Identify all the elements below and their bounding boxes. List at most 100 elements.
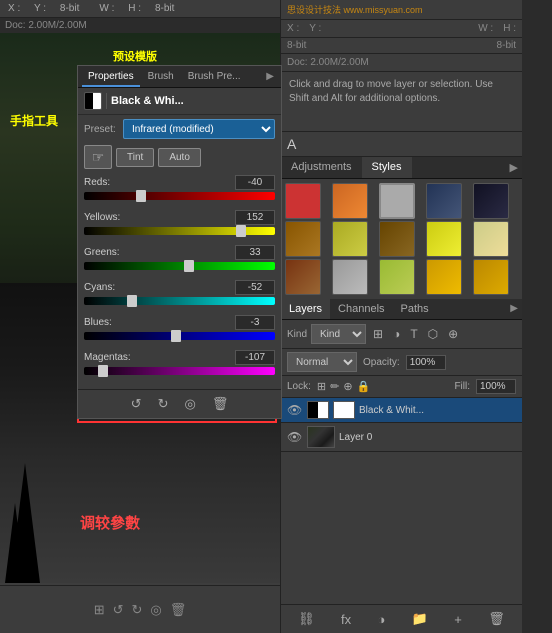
layer-link-btn[interactable]: ⛓ [294,609,319,629]
undo-btn[interactable]: ↺ [127,394,146,414]
cyans-track[interactable] [84,297,275,305]
reds-track[interactable] [84,192,275,200]
style-item-2[interactable] [332,183,368,219]
yellows-thumb[interactable] [236,225,246,237]
adj-menu-arrow[interactable]: ▶ [506,157,522,178]
blues-track[interactable] [84,332,275,340]
bottom-tool-4[interactable]: ◎ [150,602,161,618]
cyans-thumb[interactable] [127,295,137,307]
style-item-7[interactable] [332,221,368,257]
lock-image[interactable]: ✏ [330,380,339,393]
layer-filter-3[interactable]: T [407,325,420,343]
style-item-1[interactable] [285,183,321,219]
layer-filter-1[interactable]: ⊞ [370,325,386,343]
bottom-tool-3[interactable]: ↻ [132,602,143,618]
yellows-track[interactable] [84,227,275,235]
style-x [286,184,320,218]
preset-row: Preset: Infrared (modified) [78,115,281,143]
magentas-value[interactable] [235,350,275,365]
lock-transparent[interactable]: ⊞ [317,380,326,393]
hand-tool-label: 手指工具 [10,112,58,129]
auto-button[interactable]: Auto [158,148,201,167]
layer-eye-0[interactable]: 👁 [287,430,303,444]
doc-info-right: Doc: 2.00M/2.00M [281,54,522,72]
magentas-track[interactable] [84,367,275,375]
layer-item-bw[interactable]: 👁 Black & Whit... [281,398,522,423]
tint-button[interactable]: Tint [116,148,154,167]
bit-right: 8-bit [497,40,516,51]
magentas-thumb[interactable] [98,365,108,377]
greens-thumb[interactable] [184,260,194,272]
opacity-value[interactable] [406,355,446,370]
bottom-tool-1[interactable]: ⊞ [94,602,105,618]
adj-styles-tabs: Adjustments Styles ▶ [281,157,522,179]
lock-position[interactable]: ⊕ [343,380,352,393]
style-item-3[interactable] [379,183,415,219]
layer-filter-5[interactable]: ⊕ [445,325,461,343]
hand-tool-button[interactable]: ☞ [84,145,112,169]
reds-thumb[interactable] [136,190,146,202]
layer-mask-btn[interactable]: ◑ [374,610,390,629]
layer-group-btn[interactable]: 📁 [408,609,432,629]
style-item-4[interactable] [426,183,462,219]
greens-label: Greens: [84,247,120,258]
kind-select[interactable]: Kind [311,324,366,344]
layer-new-btn[interactable]: + [450,610,466,629]
tab-brush[interactable]: Brush [142,68,180,87]
view-btn[interactable]: ◎ [180,394,199,414]
layer-filter-4[interactable]: ⬡ [425,325,441,343]
layers-spacer [281,452,522,604]
layer-filter-2[interactable]: ◑ [390,325,403,343]
h-dim: H : [503,23,516,34]
bw-header: Black & Whi... [78,88,281,115]
layer-fx-btn[interactable]: fx [337,610,355,629]
greens-track[interactable] [84,262,275,270]
style-item-8[interactable] [379,221,415,257]
tab-adjustments[interactable]: Adjustments [281,157,362,178]
panel-menu-arrow[interactable]: ▶ [263,68,277,87]
delete-btn[interactable]: 🗑 [208,394,233,414]
redo-btn[interactable]: ↻ [154,394,173,414]
layers-menu[interactable]: ▶ [506,299,522,319]
blues-slider-row: Blues: [84,315,275,340]
tab-channels[interactable]: Channels [330,299,392,319]
properties-panel: Properties Brush Brush Pre... ▶ Black & … [77,65,282,419]
layer-item-0[interactable]: 👁 Layer 0 [281,423,522,452]
tab-styles[interactable]: Styles [362,157,412,178]
blend-select[interactable]: Normal [287,352,357,372]
magentas-slider-row: Magentas: [84,350,275,375]
layer-eye-bw[interactable]: 👁 [287,403,303,417]
preset-select[interactable]: Infrared (modified) [123,119,275,139]
style-item-6[interactable] [285,221,321,257]
tab-paths[interactable]: Paths [393,299,437,319]
kind-label: Kind [287,329,307,340]
right-top-info: 思设设计技法 www.missyuan.com [281,0,522,20]
reds-value[interactable] [235,175,275,190]
preset-annotation: 预设模版 [113,48,157,64]
cyans-value[interactable] [235,280,275,295]
tab-properties[interactable]: Properties [82,68,140,87]
style-item-12[interactable] [332,259,368,295]
bottom-tool-2[interactable]: ↺ [113,602,124,618]
style-item-13[interactable] [379,259,415,295]
photo-thumb-inner [308,427,334,447]
fill-value[interactable] [476,379,516,394]
yellows-value[interactable] [235,210,275,225]
style-item-10[interactable] [473,221,509,257]
bottom-tool-5[interactable]: 🗑 [170,602,187,618]
magentas-header: Magentas: [84,350,275,365]
tab-brush-preset[interactable]: Brush Pre... [182,68,247,87]
bit-left: 8-bit [287,40,306,51]
style-item-5[interactable] [473,183,509,219]
style-item-11[interactable] [285,259,321,295]
coord-info: X : Y : 8-bit [8,3,79,14]
blues-value[interactable] [235,315,275,330]
style-item-15[interactable] [473,259,509,295]
style-item-9[interactable] [426,221,462,257]
blues-thumb[interactable] [171,330,181,342]
greens-value[interactable] [235,245,275,260]
tab-layers[interactable]: Layers [281,299,330,319]
style-item-14[interactable] [426,259,462,295]
layer-delete-btn[interactable]: 🗑 [484,609,509,629]
lock-all[interactable]: 🔒 [357,380,371,393]
